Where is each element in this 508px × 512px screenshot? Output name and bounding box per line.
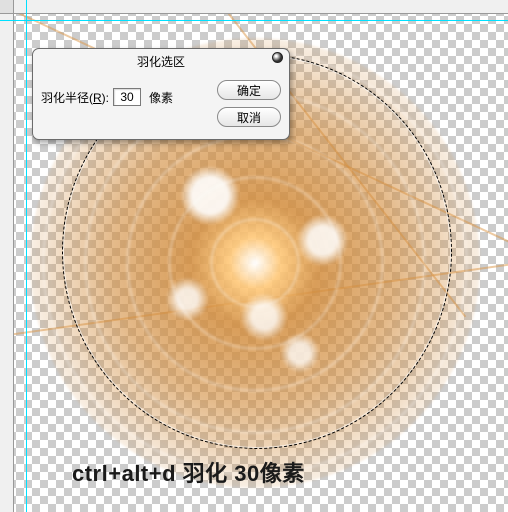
close-icon[interactable] <box>272 52 283 63</box>
ok-button[interactable]: 确定 <box>217 80 281 100</box>
guide-horizontal[interactable] <box>0 20 508 21</box>
guide-vertical[interactable] <box>26 0 27 512</box>
unit-label: 像素 <box>149 89 173 106</box>
ruler-vertical[interactable] <box>0 0 14 512</box>
ruler-horizontal[interactable] <box>0 0 508 14</box>
feather-radius-row: 羽化半径(R): 像素 <box>41 88 173 106</box>
feather-radius-label: 羽化半径(R): <box>41 89 109 106</box>
ruler-corner <box>0 0 14 14</box>
feather-radius-input[interactable] <box>113 88 141 106</box>
cancel-button[interactable]: 取消 <box>217 107 281 127</box>
dialog-title-text: 羽化选区 <box>137 55 185 69</box>
instruction-caption: ctrl+alt+d 羽化 30像素 <box>72 456 305 488</box>
dialog-titlebar[interactable]: 羽化选区 <box>33 49 289 75</box>
feather-dialog: 羽化选区 羽化半径(R): 像素 确定 取消 <box>32 48 290 140</box>
